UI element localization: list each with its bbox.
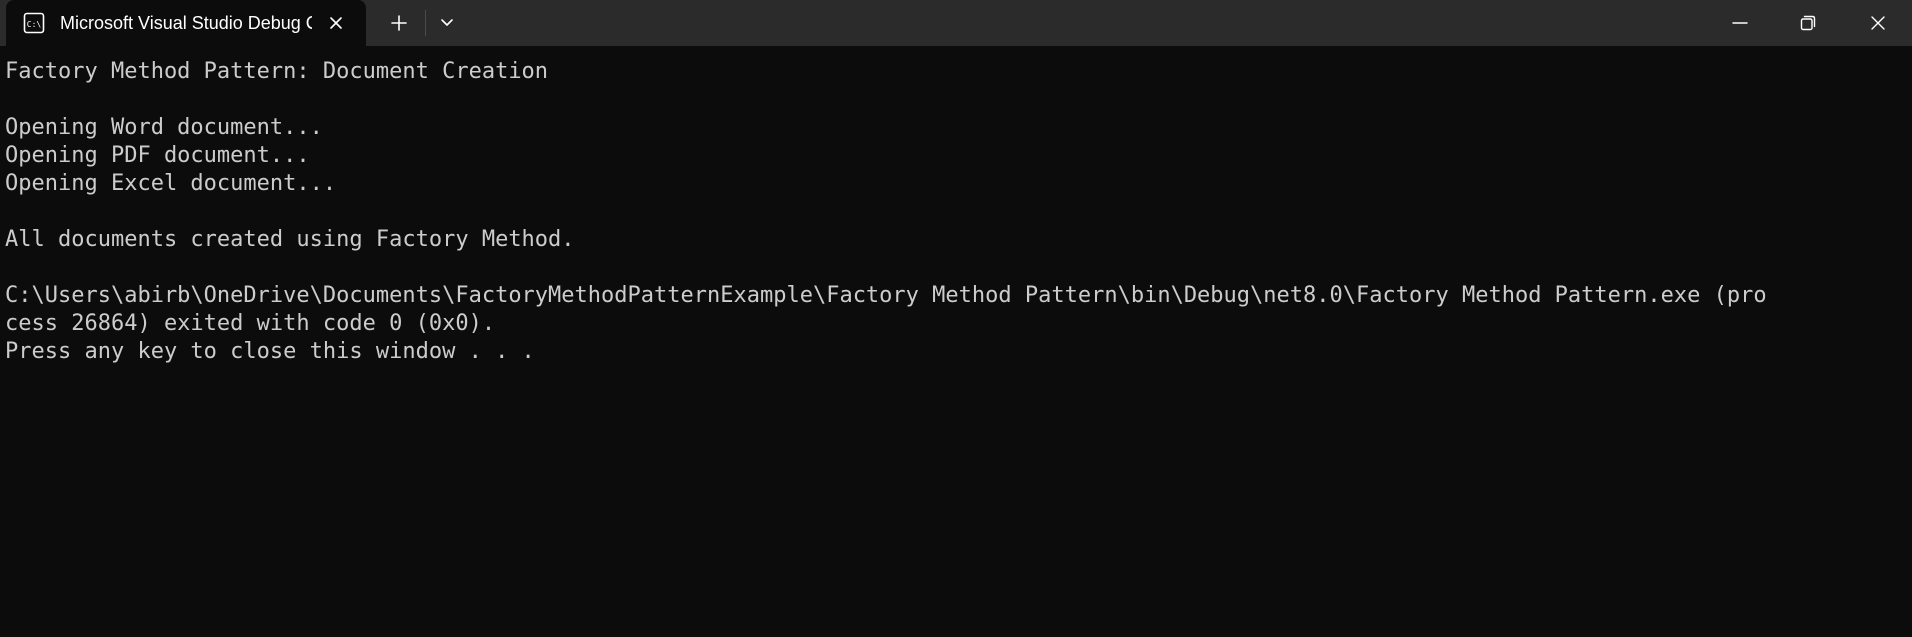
restore-icon: [1800, 15, 1816, 31]
minimize-icon: [1732, 22, 1748, 24]
svg-text:C:\: C:\: [27, 20, 42, 29]
console-line: All documents created using Factory Meth…: [5, 227, 575, 252]
console-line: Opening Excel document...: [5, 171, 337, 196]
chevron-down-icon[interactable]: [433, 9, 461, 37]
console-output[interactable]: Factory Method Pattern: Document Creatio…: [5, 58, 1905, 628]
terminal-window: C:\ Microsoft Visual Studio Debug Consol…: [0, 0, 1912, 637]
tab-debug-console[interactable]: C:\ Microsoft Visual Studio Debug Consol…: [6, 0, 366, 46]
restore-button[interactable]: [1774, 0, 1842, 46]
console-line: cess 26864) exited with code 0 (0x0).: [5, 311, 496, 336]
close-icon[interactable]: [324, 11, 348, 35]
close-icon: [1871, 16, 1885, 30]
plus-icon[interactable]: [385, 9, 413, 37]
tab-separator: [425, 10, 426, 36]
console-line: Opening Word document...: [5, 115, 323, 140]
minimize-button[interactable]: [1706, 0, 1774, 46]
close-window-button[interactable]: [1844, 0, 1912, 46]
console-line: Factory Method Pattern: Document Creatio…: [5, 59, 549, 84]
title-bar: C:\ Microsoft Visual Studio Debug Consol…: [0, 0, 1912, 46]
console-line: Press any key to close this window . . .: [5, 339, 535, 364]
console-line: Opening PDF document...: [5, 143, 310, 168]
tab-title: Microsoft Visual Studio Debug Console: [60, 13, 312, 33]
console-app-icon: C:\: [23, 12, 45, 34]
console-line: C:\Users\abirb\OneDrive\Documents\Factor…: [5, 283, 1767, 308]
